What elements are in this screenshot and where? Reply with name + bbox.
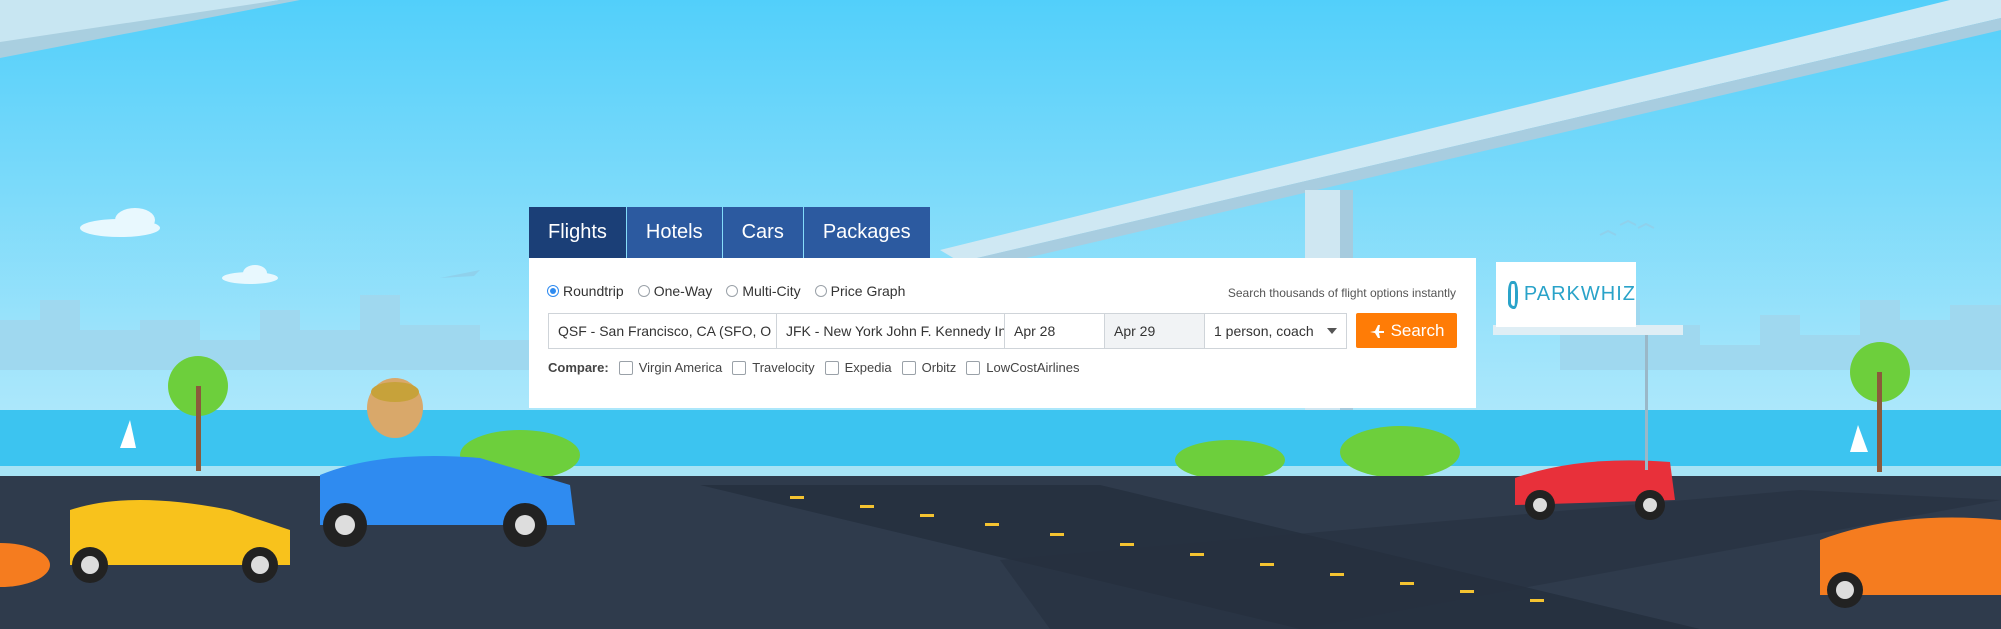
plane-icon — [1369, 324, 1384, 338]
checkbox — [901, 360, 916, 375]
search-tagline: Search thousands of flight options insta… — [1227, 286, 1456, 300]
radio-price-graph[interactable]: Price Graph — [814, 283, 906, 299]
tab-cars[interactable]: Cars — [722, 207, 803, 258]
checkbox — [966, 360, 981, 375]
radio-label: Multi-City — [742, 283, 801, 299]
compare-row: Compare: Virgin America Travelocity Expe… — [548, 360, 1090, 375]
travelers-value: 1 person, coach — [1214, 323, 1314, 339]
tab-flights[interactable]: Flights — [529, 207, 626, 258]
parkwhiz-billboard[interactable]: PARKWHIZ — [1496, 262, 1636, 327]
compare-travelocity[interactable]: Travelocity — [732, 360, 815, 375]
radio-label: One-Way — [653, 283, 713, 299]
checkbox — [732, 360, 747, 375]
radio-indicator — [547, 285, 559, 297]
checkbox-label: Orbitz — [921, 360, 957, 375]
compare-orbitz[interactable]: Orbitz — [901, 360, 957, 375]
radio-label: Roundtrip — [563, 283, 624, 299]
tab-packages[interactable]: Packages — [803, 207, 930, 258]
compare-lowcostairlines[interactable]: LowCostAirlines — [966, 360, 1080, 375]
return-date-field[interactable]: Apr 29 — [1104, 313, 1205, 349]
radio-label: Price Graph — [830, 283, 906, 299]
checkbox — [824, 360, 839, 375]
origin-field[interactable]: QSF - San Francisco, CA (SFO, O — [548, 313, 777, 349]
search-button-label: Search — [1390, 320, 1445, 340]
compare-expedia[interactable]: Expedia — [824, 360, 892, 375]
depart-date-field[interactable]: Apr 28 — [1004, 313, 1105, 349]
checkbox-label: Expedia — [844, 360, 892, 375]
radio-roundtrip[interactable]: Roundtrip — [547, 283, 624, 299]
radio-indicator — [726, 285, 739, 297]
checkbox-label: LowCostAirlines — [986, 360, 1080, 375]
destination-field[interactable]: JFK - New York John F. Kennedy In — [776, 313, 1005, 349]
radio-indicator — [637, 285, 650, 297]
compare-virgin-america[interactable]: Virgin America — [618, 360, 723, 375]
trip-type-options: Roundtrip One-Way Multi-City Price Graph — [547, 283, 919, 299]
checkbox — [618, 360, 633, 375]
parkwhiz-logo-icon — [1508, 280, 1518, 309]
checkbox-label: Virgin America — [638, 360, 723, 375]
travelers-select[interactable]: 1 person, coach — [1204, 313, 1347, 349]
chevron-down-icon — [1327, 328, 1337, 334]
product-tabs: Flights Hotels Cars Packages — [529, 207, 931, 258]
checkbox-label: Travelocity — [752, 360, 815, 375]
billboard-brand: PARKWHIZ — [1523, 283, 1636, 305]
compare-label: Compare: — [548, 360, 609, 375]
radio-multi-city[interactable]: Multi-City — [726, 283, 801, 299]
flight-search-panel: Roundtrip One-Way Multi-City Price Graph… — [529, 258, 1476, 408]
radio-indicator — [814, 285, 827, 297]
search-button[interactable]: Search — [1356, 313, 1457, 348]
tab-hotels[interactable]: Hotels — [626, 207, 722, 258]
radio-one-way[interactable]: One-Way — [637, 283, 713, 299]
search-fields: QSF - San Francisco, CA (SFO, O JFK - Ne… — [548, 313, 1347, 349]
